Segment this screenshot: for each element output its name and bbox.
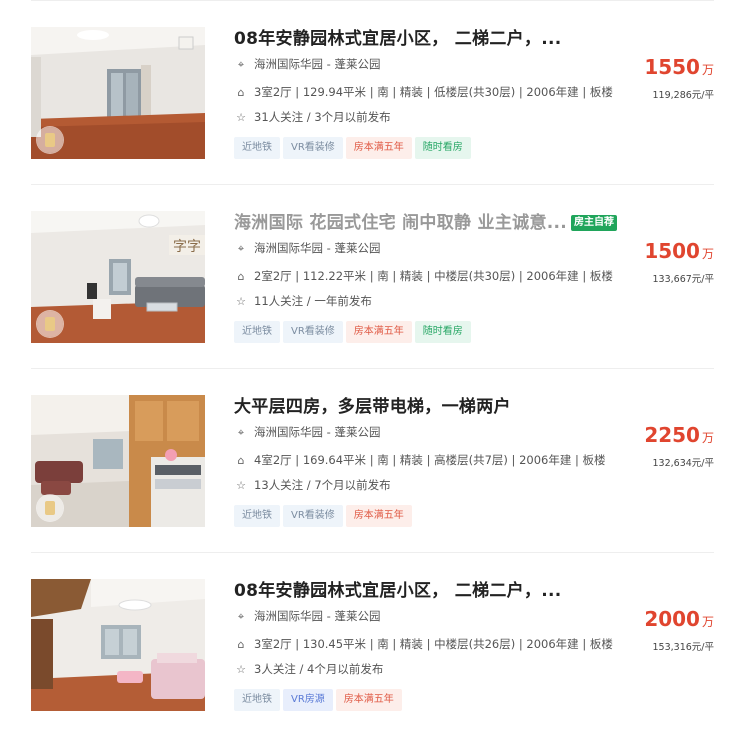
total-price: 1500 万 [644, 239, 714, 263]
vr-badge-icon [37, 495, 63, 521]
total-price: 2250 万 [644, 423, 714, 447]
listing-card[interactable]: 08年安静园林式宜居小区， 二梯二户，... ⌖ 海洲国际华园 - 蓬莱公园 ⌂ 3… [31, 27, 714, 159]
unit-price: 153,316元/平 [652, 642, 715, 653]
price-value: 1500 [644, 239, 700, 263]
location-link[interactable]: 海洲国际华园 - 蓬莱公园 [254, 57, 380, 71]
tag-list: 近地铁 VR看装修 房本满五年 随时看房 [234, 135, 474, 159]
divider [31, 368, 714, 369]
total-price: 1550 万 [644, 55, 714, 79]
house-icon: ⌂ [237, 454, 245, 467]
price-value: 2250 [644, 423, 700, 447]
follow-info: 3人关注 / 4个月以前发布 [254, 662, 384, 676]
house-info-row: ⌂ 2室2厅 | 112.22平米 | 南 | 精装 | 中楼层(共30层) | … [234, 268, 613, 284]
map-pin-icon: ⌖ [237, 426, 245, 439]
house-info: 4室2厅 | 169.64平米 | 南 | 精装 | 高楼层(共7层) | 20… [254, 453, 606, 467]
house-info: 2室2厅 | 112.22平米 | 南 | 精装 | 中楼层(共30层) | 2… [254, 269, 613, 283]
star-icon: ☆ [236, 295, 246, 308]
location-link[interactable]: 海洲国际华园 - 蓬莱公园 [254, 425, 380, 439]
location-link[interactable]: 海洲国际华园 - 蓬莱公园 [254, 609, 380, 623]
listing-photo[interactable] [31, 395, 205, 527]
tag: VR房源 [283, 689, 333, 711]
follow-info-row: ☆ 31人关注 / 3个月以前发布 [234, 109, 391, 125]
listing-title[interactable]: 08年安静园林式宜居小区， 二梯二户，... [234, 581, 562, 601]
price-unit: 万 [701, 615, 714, 629]
tag: 近地铁 [234, 321, 280, 343]
tag: 房本满五年 [345, 321, 412, 343]
price-unit: 万 [701, 247, 714, 261]
unit-price: 132,634元/平 [652, 458, 715, 469]
total-price: 2000 万 [644, 607, 714, 631]
tag: 随时看房 [414, 137, 471, 159]
location-row: ⌖ 海洲国际华园 - 蓬莱公园 [234, 56, 381, 72]
tag-list: 近地铁 VR看装修 房本满五年 随时看房 [234, 319, 474, 343]
price-unit: 万 [701, 63, 714, 77]
tag: VR看装修 [283, 321, 343, 343]
follow-info: 31人关注 / 3个月以前发布 [254, 110, 391, 124]
house-info-row: ⌂ 3室2厅 | 130.45平米 | 南 | 精装 | 中楼层(共26层) | … [234, 636, 613, 652]
listing-photo[interactable]: 字字 [31, 211, 205, 343]
listing-card[interactable]: 大平层四房，多层带电梯，一梯两户 ⌖ 海洲国际华园 - 蓬莱公园 ⌂ 4室2厅 | … [31, 395, 714, 527]
house-icon: ⌂ [237, 270, 245, 283]
listing-photo[interactable] [31, 27, 205, 159]
listing-photo[interactable] [31, 579, 205, 711]
follow-info-row: ☆ 3人关注 / 4个月以前发布 [234, 661, 383, 677]
listing-title[interactable]: 海洲国际 花园式住宅 闹中取静 业主诚意... [234, 213, 567, 233]
owner-recommend-badge: 房主自荐 [571, 215, 618, 231]
house-info-row: ⌂ 4室2厅 | 169.64平米 | 南 | 精装 | 高楼层(共7层) | 2… [234, 452, 606, 468]
tag-list: 近地铁 VR看装修 房本满五年 [234, 503, 415, 527]
location-row: ⌖ 海洲国际华园 - 蓬莱公园 [234, 240, 381, 256]
divider [31, 0, 714, 1]
star-icon: ☆ [236, 663, 246, 676]
tag: 近地铁 [234, 505, 280, 527]
price-value: 2000 [644, 607, 700, 631]
star-icon: ☆ [236, 111, 246, 124]
tag: 房本满五年 [335, 689, 402, 711]
location-row: ⌖ 海洲国际华园 - 蓬莱公园 [234, 608, 381, 624]
tag: 房本满五年 [345, 137, 412, 159]
tag: 房本满五年 [345, 505, 412, 527]
tag: VR看装修 [283, 137, 343, 159]
divider [31, 184, 714, 185]
house-icon: ⌂ [237, 86, 245, 99]
unit-price: 133,667元/平 [652, 274, 715, 285]
location-row: ⌖ 海洲国际华园 - 蓬莱公园 [234, 424, 381, 440]
divider [31, 552, 714, 553]
map-pin-icon: ⌖ [237, 242, 245, 255]
follow-info-row: ☆ 13人关注 / 7个月以前发布 [234, 477, 391, 493]
star-icon: ☆ [236, 479, 246, 492]
house-info: 3室2厅 | 130.45平米 | 南 | 精装 | 中楼层(共26层) | 2… [254, 637, 613, 651]
listing-list: 08年安静园林式宜居小区， 二梯二户，... ⌖ 海洲国际华园 - 蓬莱公园 ⌂ 3… [0, 0, 734, 729]
map-pin-icon: ⌖ [237, 610, 245, 623]
svg-text:字字: 字字 [173, 239, 201, 255]
listing-card[interactable]: 08年安静园林式宜居小区， 二梯二户，... ⌖ 海洲国际华园 - 蓬莱公园 ⌂ 3… [31, 579, 714, 711]
tag: 随时看房 [414, 321, 471, 343]
tag: 近地铁 [234, 689, 280, 711]
price-value: 1550 [644, 55, 700, 79]
follow-info-row: ☆ 11人关注 / 一年前发布 [234, 293, 372, 309]
follow-info: 13人关注 / 7个月以前发布 [254, 478, 391, 492]
house-info-row: ⌂ 3室2厅 | 129.94平米 | 南 | 精装 | 低楼层(共30层) | … [234, 84, 613, 100]
location-link[interactable]: 海洲国际华园 - 蓬莱公园 [254, 241, 380, 255]
listing-title[interactable]: 大平层四房，多层带电梯，一梯两户 [234, 397, 511, 417]
tag: VR看装修 [283, 505, 343, 527]
listing-card[interactable]: 字字 海洲国际 花园式住宅 闹中取静 业主诚意... 房主自荐 ⌖ 海洲国际华园 -… [31, 211, 714, 343]
map-pin-icon: ⌖ [237, 58, 245, 71]
tag: 近地铁 [234, 137, 280, 159]
vr-badge-icon [37, 311, 63, 337]
house-info: 3室2厅 | 129.94平米 | 南 | 精装 | 低楼层(共30层) | 2… [254, 85, 613, 99]
unit-price: 119,286元/平 [652, 90, 715, 101]
house-icon: ⌂ [237, 638, 245, 651]
vr-badge-icon [37, 127, 63, 153]
price-unit: 万 [701, 431, 714, 445]
follow-info: 11人关注 / 一年前发布 [254, 294, 372, 308]
listing-title[interactable]: 08年安静园林式宜居小区， 二梯二户，... [234, 29, 562, 49]
tag-list: 近地铁 VR房源 房本满五年 [234, 687, 405, 711]
